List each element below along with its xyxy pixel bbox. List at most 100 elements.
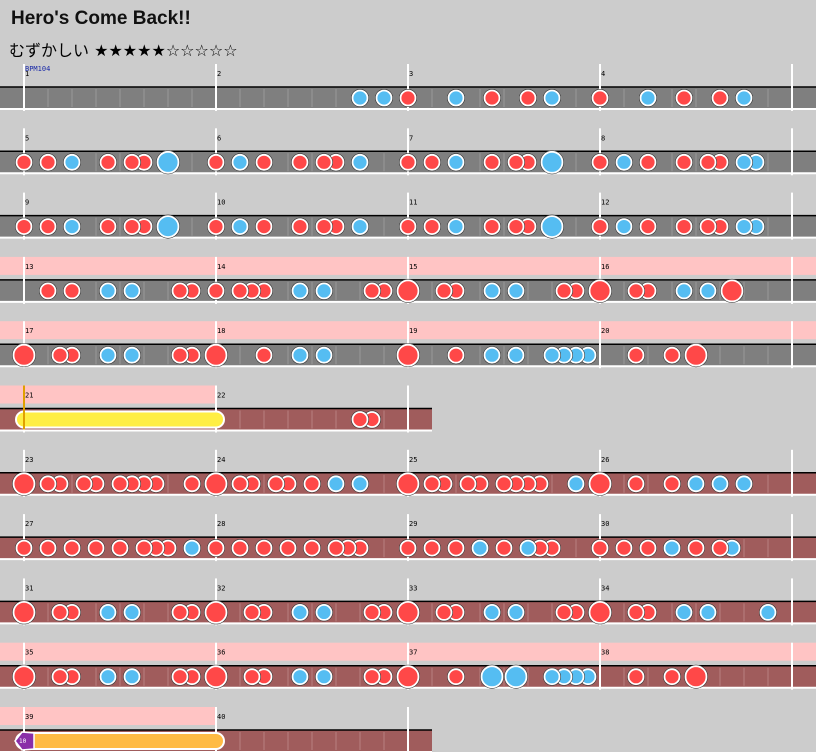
- don-note: [171, 604, 189, 621]
- ka-note: [327, 475, 345, 493]
- ka-note: [567, 475, 585, 493]
- ka-note: [675, 604, 693, 621]
- ka-note: [351, 218, 369, 236]
- don-note: [447, 346, 465, 364]
- ka-note: [483, 604, 501, 621]
- balloon-roll: [15, 732, 225, 750]
- ka-note: [123, 604, 141, 621]
- don-note: [591, 89, 609, 107]
- measure-number: 2: [217, 70, 221, 78]
- don-note: [483, 89, 501, 107]
- ka-note: [63, 218, 81, 236]
- chart-row: 9 10 11 12: [0, 192, 816, 240]
- measure-number: 11: [409, 199, 417, 207]
- measure-number: 31: [25, 584, 33, 592]
- don-note: [687, 539, 705, 557]
- measure-number: 34: [601, 584, 609, 592]
- measure-number: 7: [409, 134, 413, 142]
- don-note: [423, 539, 441, 557]
- don-note: [627, 282, 645, 300]
- don-note: [399, 153, 417, 171]
- don-note: [675, 153, 693, 171]
- chart-row: 39 40 10: [0, 707, 432, 752]
- don-note: [315, 218, 333, 236]
- don-note: [447, 539, 465, 557]
- don-note: [39, 282, 57, 300]
- ka-note: [315, 604, 333, 621]
- ka-note: [123, 668, 141, 686]
- don-note: [675, 89, 693, 107]
- don-note: [423, 475, 441, 493]
- ka-note: [507, 604, 525, 621]
- big-ka-note: [504, 665, 528, 689]
- big-don-note: [720, 279, 744, 303]
- don-note: [183, 475, 201, 493]
- big-don-note: [12, 472, 36, 496]
- measure-number: 12: [601, 199, 609, 207]
- measure-number: 28: [217, 520, 225, 528]
- measure-number: 40: [217, 713, 225, 721]
- ka-note: [375, 89, 393, 107]
- big-don-note: [588, 601, 612, 624]
- measure-number: 14: [217, 263, 225, 271]
- don-note: [363, 604, 381, 621]
- don-note: [435, 282, 453, 300]
- don-note: [51, 346, 69, 364]
- ka-note: [351, 89, 369, 107]
- don-note: [447, 668, 465, 686]
- ka-note: [447, 89, 465, 107]
- measure-number: 10: [217, 199, 225, 207]
- don-note: [171, 282, 189, 300]
- don-note: [663, 346, 681, 364]
- ka-note: [735, 153, 753, 171]
- don-note: [243, 604, 261, 621]
- measure-number: 15: [409, 263, 417, 271]
- ka-note: [711, 475, 729, 493]
- don-note: [75, 475, 93, 493]
- big-don-note: [396, 472, 420, 496]
- don-note: [255, 346, 273, 364]
- big-don-note: [12, 343, 36, 367]
- ka-note: [291, 604, 309, 621]
- don-note: [15, 539, 33, 557]
- measure-number: 35: [25, 649, 33, 657]
- don-note: [663, 668, 681, 686]
- chart-row: 17 18 19 20: [0, 321, 816, 369]
- chart-row: 5 6 7 8: [0, 128, 816, 176]
- big-don-note: [204, 472, 228, 496]
- big-don-note: [12, 601, 36, 624]
- ka-note: [99, 604, 117, 621]
- don-note: [15, 218, 33, 236]
- ka-note: [315, 282, 333, 300]
- ka-note: [351, 153, 369, 171]
- ka-note: [639, 89, 657, 107]
- measure-number: 22: [217, 392, 225, 400]
- don-note: [351, 411, 369, 428]
- don-note: [15, 153, 33, 171]
- measure-number: 36: [217, 649, 225, 657]
- measure-number: 25: [409, 456, 417, 464]
- don-note: [711, 89, 729, 107]
- big-ka-note: [540, 215, 564, 239]
- measure-number: 19: [409, 327, 417, 335]
- ka-note: [291, 346, 309, 364]
- measure-number: 33: [409, 584, 417, 592]
- measure-number: 37: [409, 649, 417, 657]
- don-note: [39, 153, 57, 171]
- don-note: [591, 218, 609, 236]
- don-note: [63, 282, 81, 300]
- don-note: [123, 218, 141, 236]
- ka-note: [99, 346, 117, 364]
- big-don-note: [396, 343, 420, 367]
- ka-note: [447, 218, 465, 236]
- ka-note: [351, 475, 369, 493]
- don-note: [231, 282, 249, 300]
- don-note: [327, 539, 345, 557]
- don-note: [483, 153, 501, 171]
- don-note: [555, 604, 573, 621]
- don-note: [591, 153, 609, 171]
- measure-number: 26: [601, 456, 609, 464]
- ka-note: [735, 475, 753, 493]
- ka-note: [543, 668, 561, 686]
- measure-number: 5: [25, 134, 29, 142]
